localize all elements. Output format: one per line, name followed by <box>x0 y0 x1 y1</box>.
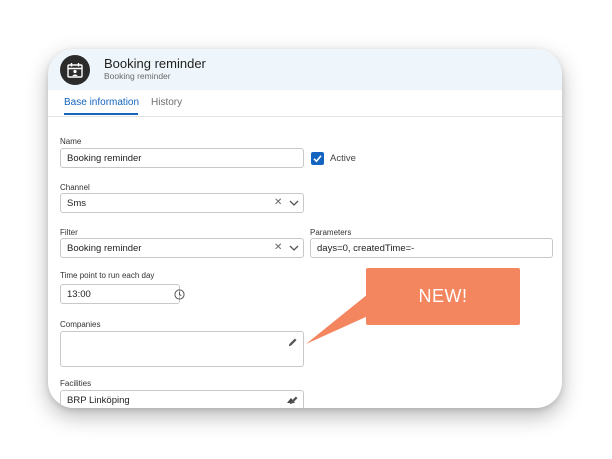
facilities-input[interactable]: BRP Linköping <box>60 390 304 408</box>
filter-label: Filter <box>60 228 78 237</box>
new-callout-text: NEW! <box>418 286 468 306</box>
tab-history[interactable]: History <box>151 97 182 108</box>
booking-reminder-card: Booking reminder Booking reminder Base i… <box>48 49 562 408</box>
pencil-icon[interactable] <box>288 395 299 406</box>
parameters-label: Parameters <box>310 228 352 237</box>
time-point-value: 13:00 <box>67 289 91 300</box>
page-header: Booking reminder Booking reminder <box>48 49 562 90</box>
channel-label: Channel <box>60 183 90 192</box>
active-label: Active <box>330 153 356 164</box>
clock-icon[interactable] <box>174 289 185 300</box>
filter-select[interactable]: Booking reminder ✕ <box>60 238 304 258</box>
channel-value: Sms <box>67 198 86 209</box>
active-checkbox[interactable] <box>311 152 324 165</box>
companies-label: Companies <box>60 320 101 329</box>
parameters-value: days=0, createdTime=- <box>317 243 415 254</box>
stage: Booking reminder Booking reminder Base i… <box>0 0 612 459</box>
time-point-label: Time point to run each day <box>60 271 155 280</box>
name-label: Name <box>60 137 82 146</box>
new-callout: NEW! <box>366 268 520 325</box>
companies-input[interactable] <box>60 331 304 367</box>
chevron-down-icon[interactable] <box>289 244 299 252</box>
chevron-down-icon[interactable] <box>289 199 299 207</box>
name-value: Booking reminder <box>67 153 142 164</box>
calendar-person-icon <box>60 55 90 85</box>
facilities-label: Facilities <box>60 379 92 388</box>
facilities-value: BRP Linköping <box>67 395 130 406</box>
filter-clear-icon[interactable]: ✕ <box>274 243 282 253</box>
callout-pointer <box>306 294 368 344</box>
time-point-input[interactable]: 13:00 <box>60 284 185 304</box>
channel-clear-icon[interactable]: ✕ <box>274 198 282 208</box>
tab-bar: Base information History <box>48 90 562 117</box>
channel-select[interactable]: Sms ✕ <box>60 193 304 213</box>
name-input[interactable]: Booking reminder <box>60 148 304 168</box>
tab-base-information[interactable]: Base information <box>64 97 139 108</box>
page-subtitle: Booking reminder <box>104 71 171 81</box>
parameters-input[interactable]: days=0, createdTime=- <box>310 238 553 258</box>
active-tab-indicator <box>64 113 138 115</box>
filter-value: Booking reminder <box>67 243 142 254</box>
page-title: Booking reminder <box>104 56 206 71</box>
check-icon <box>313 155 322 163</box>
pencil-icon[interactable] <box>287 337 298 348</box>
